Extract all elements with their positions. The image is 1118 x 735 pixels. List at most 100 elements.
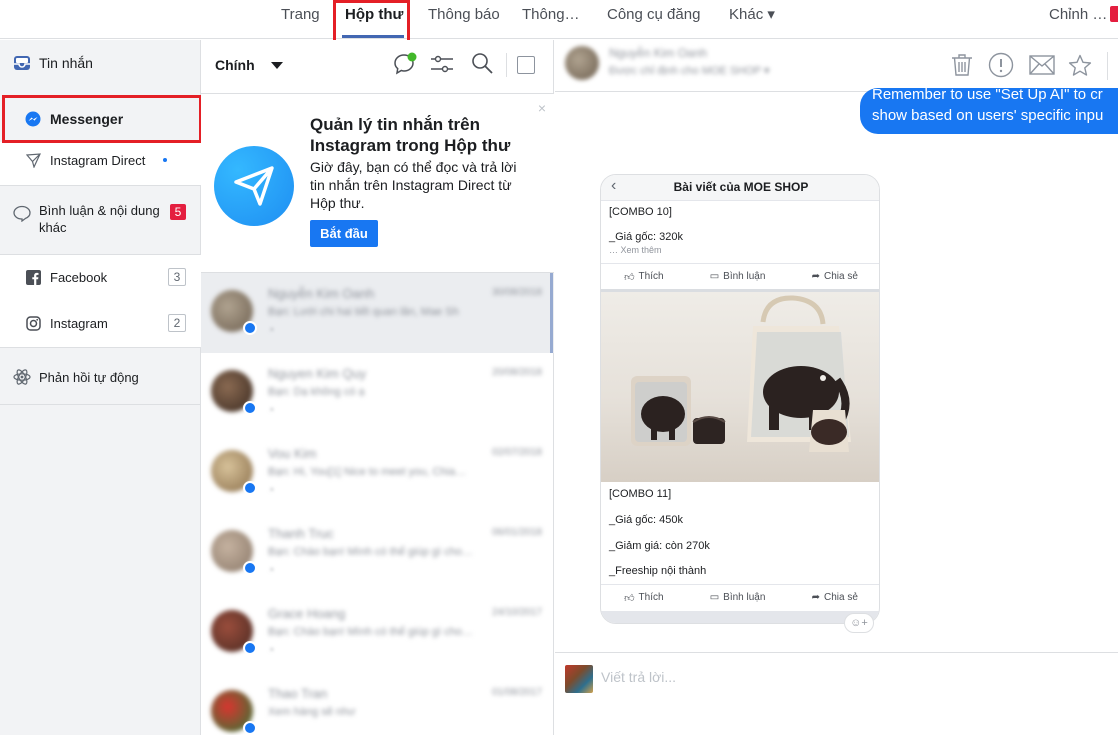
message-snippet: Xem hàng sẽ như: [268, 706, 356, 718]
post-text-line: _Giá gốc: 320k: [609, 231, 683, 243]
facebook-count: 3: [168, 268, 186, 286]
assigned-to-label[interactable]: Được chỉ định cho MOE SHOP ▾: [609, 64, 770, 77]
instagram-promo-card: Quản lý tin nhắn trên Instagram trong Hộ…: [201, 94, 554, 273]
messenger-badge-icon: [243, 561, 257, 575]
sidebar-item-label: Bình luận & nội dung khác: [39, 203, 160, 235]
close-icon[interactable]: ×: [538, 100, 546, 116]
tab-more[interactable]: Khác ▾: [729, 6, 775, 24]
share-button[interactable]: ➦ Chia sẻ: [812, 271, 858, 282]
comment-bubble-icon: [13, 204, 31, 222]
star-icon[interactable]: [1067, 52, 1093, 78]
contact-name: Nguyễn Kim Oanh: [609, 46, 708, 60]
post-actions: 👍︎ Thích ▭ Bình luận ➦ Chia sẻ: [601, 584, 879, 610]
comment-label: Bình luận: [723, 592, 766, 603]
highlight-box-inbox: [333, 0, 410, 44]
conversation-date: 20/08/2018: [491, 367, 542, 378]
sidebar-item-label: Instagram: [50, 315, 108, 331]
see-more-link[interactable]: … Xem thêm: [609, 245, 662, 255]
conversation-date: 01/08/2017: [491, 687, 542, 698]
conversation-date: 06/01/2018: [491, 527, 542, 538]
contact-name: Nguyen Kim Quy: [268, 366, 367, 381]
post-text-line: _Giảm giá: còn 270k: [609, 540, 710, 552]
contact-name: Vou Kim: [268, 446, 317, 461]
promo-description: Giờ đây, bạn có thể đọc và trả lời tin n…: [310, 159, 517, 211]
add-reaction-icon[interactable]: ☺+: [844, 613, 874, 633]
contact-name: Thanh Truc: [268, 526, 334, 541]
sidebar-section-messages[interactable]: Tin nhắn: [0, 54, 201, 72]
conversation-date: 30/08/2018: [491, 287, 542, 298]
conversation-row[interactable]: Nguyen Kim Quy 20/08/2018 Bạn: Dạ không …: [201, 353, 554, 433]
conversation-row[interactable]: Thanh Truc 06/01/2018 Bạn: Chào bạn! Mìn…: [201, 513, 554, 593]
conversation-row[interactable]: Vou Kim 02/07/2018 Bạn: Hi, You[1] Nice …: [201, 433, 554, 513]
comment-button[interactable]: ▭ Bình luận: [710, 271, 766, 282]
filter-dropdown[interactable]: Chính: [215, 57, 283, 73]
shared-post-card[interactable]: ‹ Bài viết của MOE SHOP [COMBO 10] _Giá …: [600, 174, 880, 624]
like-button[interactable]: 👍︎ Thích: [624, 271, 663, 283]
select-all-checkbox[interactable]: [517, 56, 535, 74]
sidebar-item-label: Instagram Direct: [50, 152, 146, 168]
promo-title: Quản lý tin nhắn trên Instagram trong Hộ…: [310, 115, 511, 155]
page-avatar: [565, 665, 593, 693]
share-arrow-icon: ➦: [811, 271, 820, 282]
instagram-count: 2: [168, 314, 186, 332]
post-actions: 👍︎ Thích ▭ Bình luận ➦ Chia sẻ: [601, 263, 879, 289]
post-text-line: _Freeship nội thành: [609, 565, 707, 577]
comment-icon: ▭: [709, 592, 720, 603]
conversation-date: 24/10/2017: [491, 607, 542, 618]
message-snippet: Bạn: Lưới chi hai tiết quan lăn, Mae Sh: [268, 306, 459, 318]
facebook-icon: [24, 268, 42, 286]
message-snippet: Bạn: Dạ không có ạ: [268, 386, 365, 398]
label-icon: ◔: [268, 325, 275, 336]
like-label: Thích: [638, 271, 664, 282]
message-snippet: Bạn: Chào bạn! Mình có thể giúp gì cho…: [268, 546, 473, 558]
instagram-icon: [24, 314, 42, 332]
search-icon[interactable]: [471, 52, 493, 77]
top-navigation: Trang Hộp thư Thông báo Thông… Công cụ đ…: [0, 0, 1118, 44]
envelope-icon[interactable]: [1029, 52, 1055, 78]
thumbs-up-icon: 👍︎: [624, 271, 635, 283]
messenger-badge-icon: [243, 481, 257, 495]
get-started-button[interactable]: Bắt đầu: [310, 220, 378, 247]
like-label: Thích: [638, 592, 664, 603]
sidebar-item-instagram-direct[interactable]: Instagram Direct: [0, 151, 201, 169]
messenger-badge-icon: [243, 721, 257, 735]
conversation-row[interactable]: Nguyễn Kim Oanh 30/08/2018 Bạn: Lưới chi…: [201, 273, 554, 353]
contact-name: Nguyễn Kim Oanh: [268, 286, 375, 301]
sidebar-item-auto-reply[interactable]: Phản hồi tự động: [0, 367, 201, 387]
messenger-badge-icon: [243, 401, 257, 415]
reply-composer: Viết trả lời...: [555, 652, 1118, 735]
notification-badge: [1110, 6, 1118, 22]
share-arrow-icon: ➦: [811, 592, 820, 603]
share-label: Chia sẻ: [824, 271, 858, 282]
tab-notifications[interactable]: Thông báo: [428, 6, 500, 24]
outgoing-message-bubble: Remember to use "Set Up AI" to cr show b…: [860, 88, 1118, 134]
new-message-icon[interactable]: [393, 52, 417, 79]
contact-name: Grace Hoang: [268, 606, 346, 621]
reply-input[interactable]: Viết trả lời...: [601, 669, 676, 685]
sidebar-divider: [0, 347, 201, 348]
spam-alert-icon[interactable]: [988, 52, 1014, 78]
instagram-direct-logo: [214, 146, 294, 226]
list-scrollbar[interactable]: [550, 273, 553, 353]
tab-insights[interactable]: Thông…: [522, 6, 580, 24]
paper-plane-icon: [24, 151, 42, 169]
conversation-row[interactable]: Thao Tran 01/08/2017 Xem hàng sẽ như: [201, 673, 554, 735]
message-text-line: Remember to use "Set Up AI" to cr: [872, 88, 1103, 103]
post-text-line: [COMBO 11]: [609, 488, 672, 500]
automation-icon: [13, 368, 31, 386]
like-button[interactable]: 👍︎ Thích: [624, 592, 663, 604]
trash-icon[interactable]: [949, 52, 975, 78]
tab-page[interactable]: Trang: [281, 6, 320, 24]
tab-settings[interactable]: Chỉnh …: [1049, 6, 1107, 24]
inbox-sidebar: Tin nhắn Messenger Instagram Direct Bình…: [0, 40, 202, 735]
comment-button[interactable]: ▭ Bình luận: [710, 592, 766, 603]
sidebar-section-label: Tin nhắn: [39, 55, 93, 71]
tab-publishing-tools[interactable]: Công cụ đăng: [607, 6, 700, 24]
label-icon: ◔: [268, 645, 275, 656]
inbox-tray-icon: [13, 54, 31, 72]
share-button[interactable]: ➦ Chia sẻ: [812, 592, 858, 603]
messenger-badge-icon: [243, 321, 257, 335]
filter-sliders-icon[interactable]: [430, 54, 454, 77]
conversation-row[interactable]: Grace Hoang 24/10/2017 Bạn: Chào bạn! Mì…: [201, 593, 554, 673]
post-title: Bài viết của MOE SHOP: [673, 180, 809, 194]
